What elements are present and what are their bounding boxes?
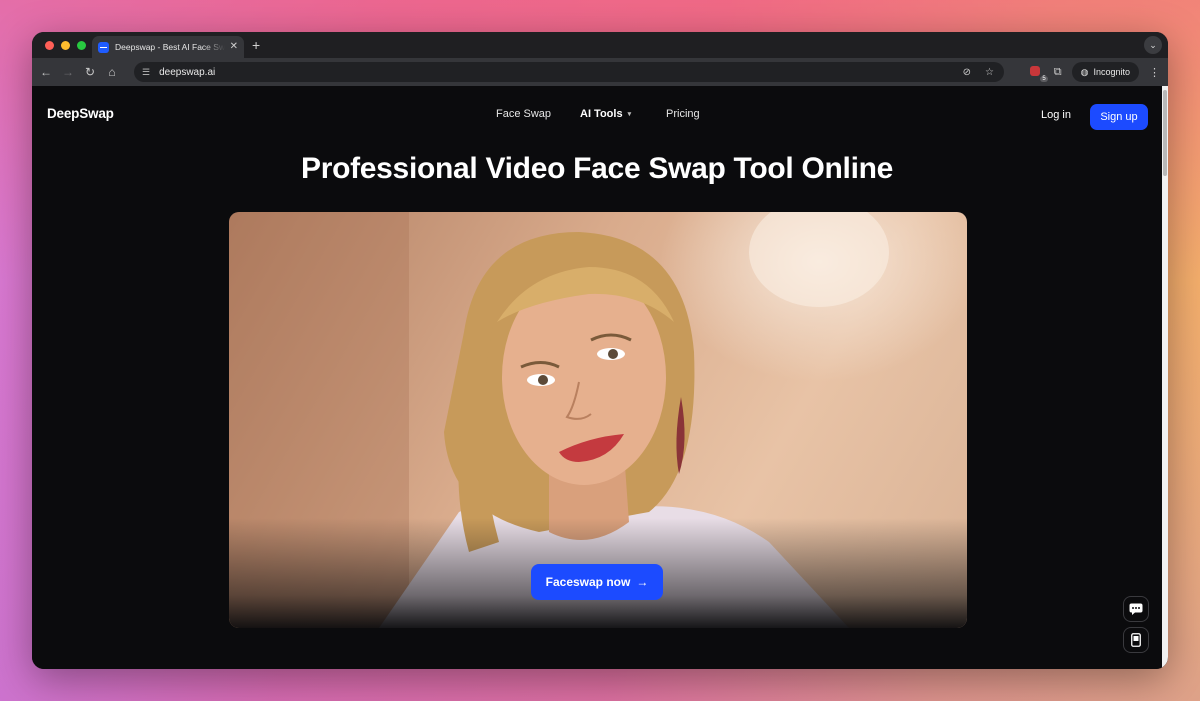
browser-window: Deepswap - Best AI Face Swap ✕ + ⌄ ← → ↻… (32, 32, 1168, 669)
hero-title: Professional Video Face Swap Tool Online (300, 152, 894, 185)
nav-item-ai-tools[interactable]: AI Tools ▾ (580, 108, 631, 120)
phone-icon (1131, 633, 1141, 647)
tab-title: Deepswap - Best AI Face Swap (115, 42, 225, 52)
mobile-app-icon[interactable] (1123, 627, 1149, 653)
incognito-icon: ◍ (1080, 66, 1089, 77)
extensions-puzzle-icon[interactable]: ⧉ (1054, 66, 1062, 79)
deepswap-favicon-icon (98, 41, 109, 53)
site-settings-icon[interactable]: ☰ (142, 67, 150, 78)
page-viewport: DeepSwap Face Swap AI Tools ▾ Pricing Log… (32, 86, 1168, 669)
extension-shield-icon[interactable]: 5 (1029, 65, 1048, 82)
close-window-button[interactable] (45, 40, 54, 50)
hero-video-preview: Faceswap now → (229, 212, 967, 628)
nav-item-pricing[interactable]: Pricing (666, 108, 700, 120)
browser-menu-icon[interactable]: ⋮ (1149, 66, 1160, 79)
site-logo[interactable]: DeepSwap (47, 106, 114, 121)
reload-icon[interactable]: ↻ (79, 58, 101, 86)
new-tab-button[interactable]: + (252, 37, 260, 53)
tab-search-chevron-icon[interactable]: ⌄ (1144, 36, 1162, 54)
eye-slash-icon[interactable]: ⊘ (963, 67, 971, 78)
site-header: DeepSwap Face Swap AI Tools ▾ Pricing Log… (32, 86, 1162, 142)
chat-icon[interactable] (1123, 596, 1149, 622)
nav-item-face-swap[interactable]: Face Swap (496, 108, 551, 120)
arrow-right-icon: → (636, 575, 649, 589)
window-controls (45, 40, 86, 50)
faceswap-now-label: Faceswap now (545, 575, 631, 589)
login-link[interactable]: Log in (1041, 109, 1071, 121)
address-bar[interactable]: ☰ deepswap.ai ⊘ ☆ (134, 62, 1004, 82)
signup-button[interactable]: Sign up (1090, 104, 1148, 130)
page-scrollbar[interactable] (1162, 86, 1168, 669)
zoom-window-button[interactable] (77, 40, 86, 50)
home-icon[interactable]: ⌂ (101, 58, 123, 86)
faceswap-now-button[interactable]: Faceswap now → (531, 564, 663, 600)
incognito-label: Incognito (1093, 67, 1130, 77)
bookmark-star-icon[interactable]: ☆ (985, 67, 994, 78)
browser-toolbar: ← → ↻ ⌂ ☰ deepswap.ai ⊘ ☆ 5 ⧉ ◍ Incognit… (32, 58, 1168, 86)
extension-badge: 5 (1040, 76, 1048, 82)
chevron-down-icon: ▾ (627, 111, 632, 118)
browser-tab[interactable]: Deepswap - Best AI Face Swap ✕ (92, 36, 244, 58)
chat-bubble-icon (1129, 603, 1143, 615)
incognito-indicator[interactable]: ◍ Incognito (1071, 62, 1139, 82)
forward-arrow-icon[interactable]: → (57, 58, 79, 86)
url-text[interactable]: deepswap.ai (159, 67, 215, 78)
minimize-window-button[interactable] (61, 40, 70, 50)
tab-close-icon[interactable]: ✕ (230, 42, 238, 52)
nav-item-ai-tools-label: AI Tools (580, 108, 623, 120)
scrollbar-thumb[interactable] (1163, 90, 1167, 176)
tab-strip: Deepswap - Best AI Face Swap ✕ + ⌄ (32, 32, 1168, 58)
back-arrow-icon[interactable]: ← (35, 58, 57, 86)
